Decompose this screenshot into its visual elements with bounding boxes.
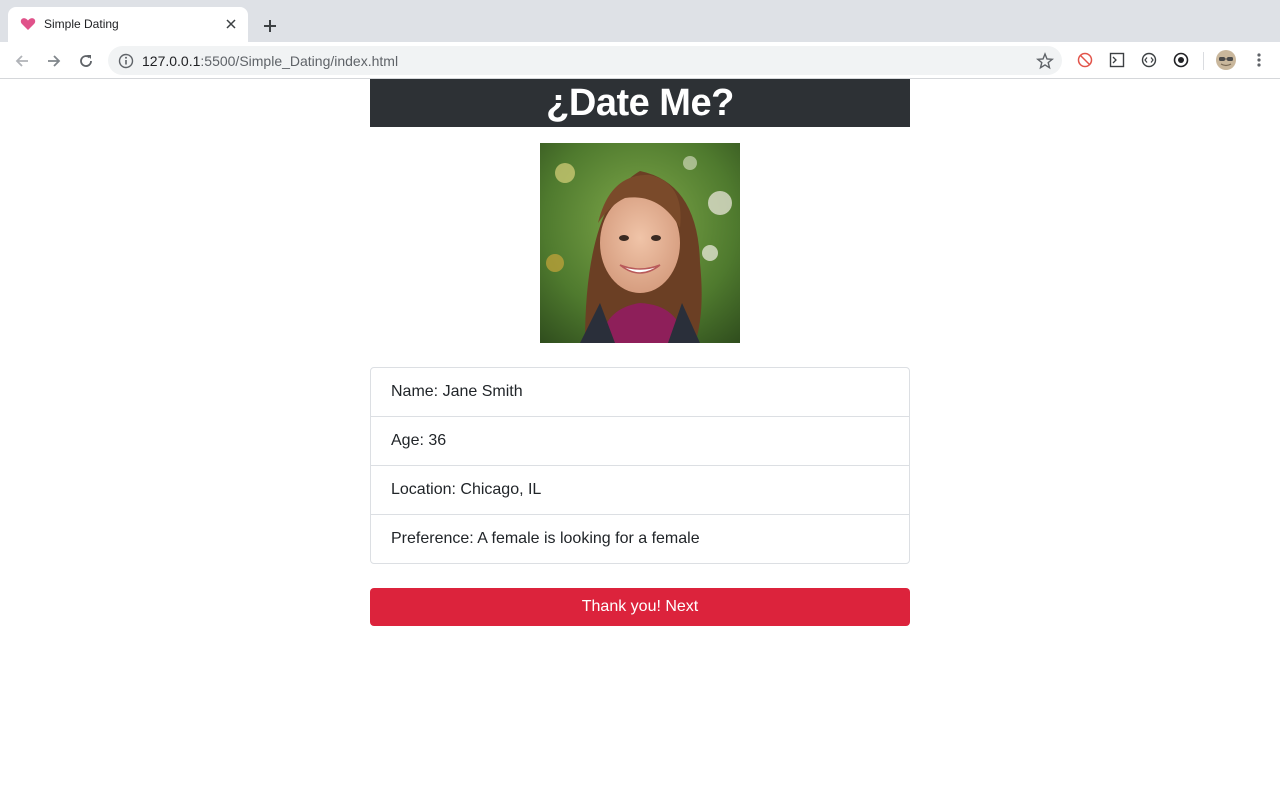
bookmark-star-icon[interactable] <box>1036 52 1054 70</box>
next-profile-button[interactable]: Thank you! Next <box>370 588 910 626</box>
extension-code-icon[interactable] <box>1140 51 1158 69</box>
profile-age: Age: 36 <box>371 416 909 465</box>
address-bar[interactable]: 127.0.0.1:5500/Simple_Dating/index.html <box>108 46 1062 75</box>
extension-record-icon[interactable] <box>1172 51 1190 69</box>
tab-title: Simple Dating <box>44 17 119 31</box>
url-path: :5500/Simple_Dating/index.html <box>200 53 399 69</box>
profile-preference: Preference: A female is looking for a fe… <box>371 514 909 563</box>
heart-icon <box>20 18 36 30</box>
page-header: ¿Date Me? <box>370 79 910 127</box>
browser-toolbar: 127.0.0.1:5500/Simple_Dating/index.html <box>0 42 1280 79</box>
forward-arrow-icon[interactable] <box>42 49 66 73</box>
profile-location: Location: Chicago, IL <box>371 465 909 514</box>
url-text: 127.0.0.1:5500/Simple_Dating/index.html <box>142 53 398 69</box>
close-tab-icon[interactable] <box>222 15 240 33</box>
browser-tab[interactable]: Simple Dating <box>8 7 248 42</box>
profile-name: Name: Jane Smith <box>391 383 523 400</box>
toolbar-separator <box>1203 52 1204 70</box>
url-host: 127.0.0.1 <box>142 53 201 69</box>
page-title: ¿Date Me? <box>546 82 734 124</box>
new-tab-icon[interactable] <box>258 14 282 38</box>
profile-photo <box>540 143 740 343</box>
extension-terminal-icon[interactable] <box>1108 51 1126 69</box>
profile-avatar-icon[interactable] <box>1215 49 1237 71</box>
browser-tabstrip: Simple Dating <box>0 0 1280 42</box>
profile-details-list: Name: Jane Smith Age: 36 Location: Chica… <box>370 367 910 564</box>
extension-blocked-icon[interactable] <box>1076 51 1094 69</box>
back-arrow-icon[interactable] <box>10 49 34 73</box>
info-icon <box>118 53 134 69</box>
reload-icon[interactable] <box>74 49 98 73</box>
more-menu-icon[interactable] <box>1250 51 1268 69</box>
